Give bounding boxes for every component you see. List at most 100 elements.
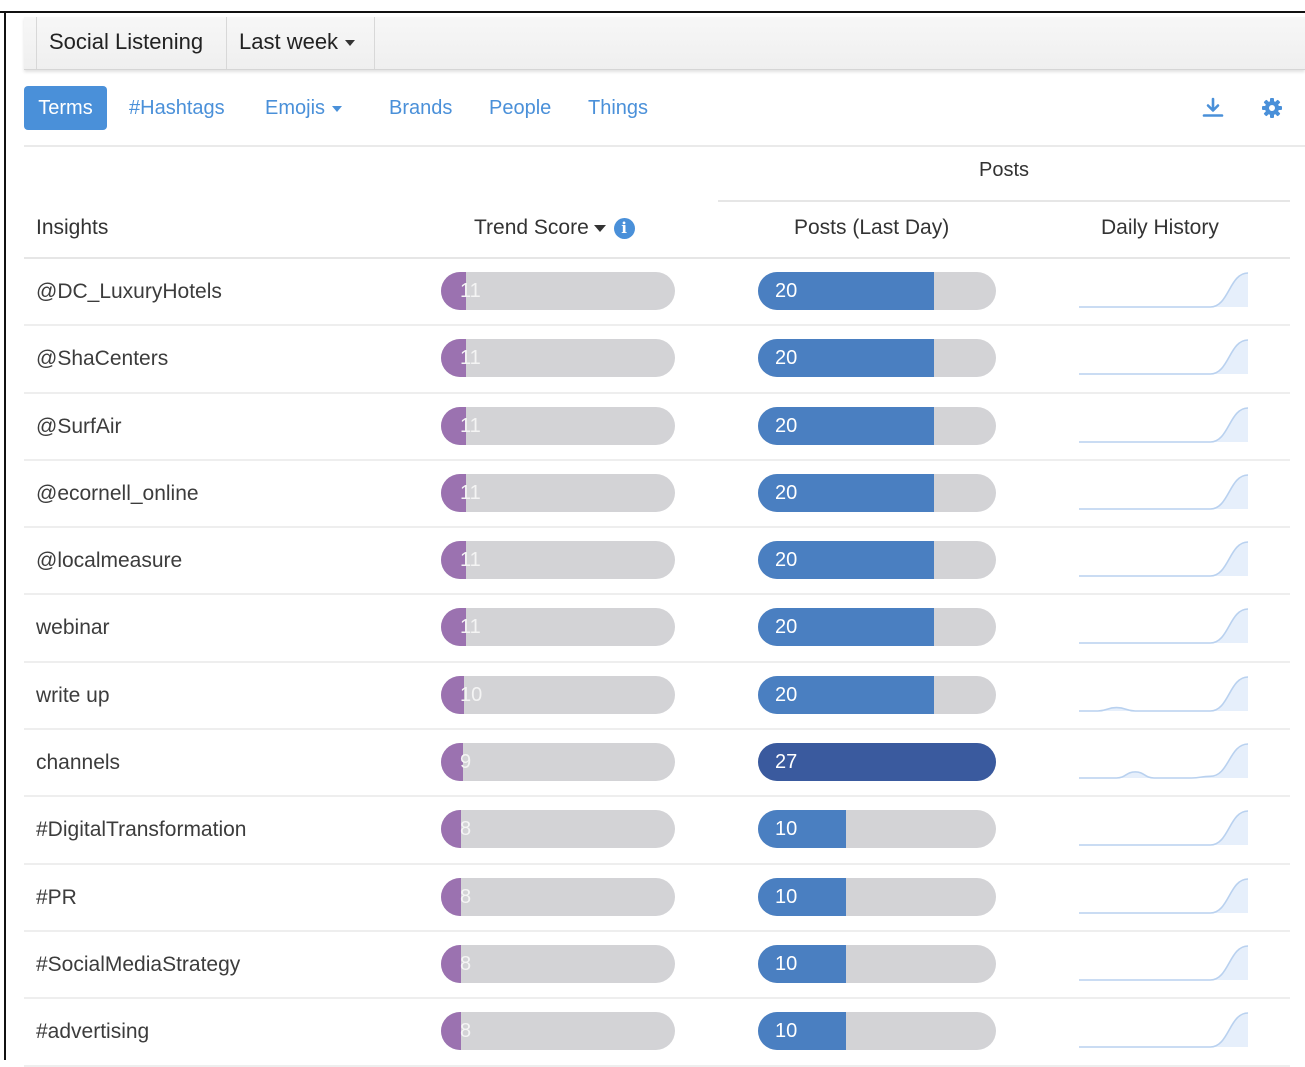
table-row: @ShaCenters 11 20 bbox=[24, 326, 1290, 394]
daily-history-sparkline bbox=[1079, 810, 1249, 847]
top-bar: Social Listening Last week bbox=[24, 17, 1305, 70]
posts-bar: 20 bbox=[758, 608, 996, 647]
caret-down-icon bbox=[345, 40, 356, 47]
insight-term[interactable]: channels bbox=[36, 730, 120, 795]
posts-bar: 20 bbox=[758, 406, 996, 445]
table-row: @SurfAir 11 20 bbox=[24, 394, 1290, 461]
daily-history-column-header: Daily History bbox=[1101, 216, 1219, 239]
daily-history-sparkline bbox=[1079, 339, 1249, 376]
posts-group-header: Posts bbox=[978, 159, 1030, 181]
table-row: @localmeasure 11 20 bbox=[24, 528, 1290, 596]
sparkline-area bbox=[1079, 273, 1248, 307]
posts-fill bbox=[758, 944, 847, 983]
sparkline-area bbox=[1079, 407, 1248, 442]
table-row: @ecornell_online 11 20 bbox=[24, 461, 1290, 529]
trend-score-value: 11 bbox=[460, 347, 481, 370]
posts-fill bbox=[758, 1012, 847, 1051]
trend-score-bar: 8 bbox=[441, 1012, 675, 1051]
trend-score-bar: 11 bbox=[441, 406, 675, 445]
tab-terms[interactable]: Terms bbox=[24, 86, 107, 130]
daily-history-sparkline bbox=[1079, 474, 1249, 510]
caret-down-icon bbox=[332, 105, 343, 112]
posts-fill bbox=[758, 810, 847, 849]
gear-icon[interactable] bbox=[1260, 96, 1284, 120]
daily-history-sparkline bbox=[1079, 945, 1249, 981]
posts-bar: 20 bbox=[758, 675, 996, 714]
posts-value: 10 bbox=[775, 818, 798, 841]
trend-score-value: 8 bbox=[460, 1020, 472, 1043]
table-row: #PR 8 10 bbox=[24, 865, 1290, 932]
daily-history-sparkline bbox=[1079, 1012, 1249, 1049]
posts-value: 20 bbox=[775, 280, 798, 302]
daily-history-sparkline bbox=[1079, 743, 1249, 779]
posts-last-day-column-header: Posts (Last Day) bbox=[794, 216, 950, 239]
trend-score-fill bbox=[441, 877, 461, 916]
insight-term[interactable]: @ecornell_online bbox=[36, 461, 199, 526]
period-dropdown[interactable]: Last week bbox=[227, 17, 375, 69]
insight-term[interactable]: @localmeasure bbox=[36, 528, 182, 593]
trend-score-fill bbox=[441, 1012, 461, 1051]
trend-score-column-header[interactable]: Trend Score i bbox=[474, 216, 635, 240]
trend-score-value: 9 bbox=[460, 751, 472, 774]
info-icon[interactable]: i bbox=[613, 217, 635, 239]
trend-score-value: 11 bbox=[460, 616, 481, 639]
trend-score-value: 11 bbox=[460, 549, 481, 572]
trend-score-bar: 11 bbox=[441, 339, 675, 378]
table-row: @DC_LuxuryHotels 11 20 bbox=[24, 259, 1290, 327]
sort-desc-icon[interactable] bbox=[593, 224, 606, 232]
trend-score-value: 11 bbox=[460, 414, 481, 437]
table-row: #SocialMediaStrategy 8 10 bbox=[24, 932, 1290, 1000]
tab-brands[interactable]: Brands bbox=[389, 86, 452, 130]
trend-score-fill bbox=[441, 944, 461, 983]
posts-bar: 10 bbox=[758, 1012, 996, 1051]
posts-bar: 10 bbox=[758, 810, 996, 849]
category-tabs: Terms #Hashtags Emojis Brands People Thi… bbox=[24, 83, 1305, 147]
posts-value: 10 bbox=[775, 885, 798, 908]
trend-score-bar: 11 bbox=[441, 473, 675, 512]
download-icon[interactable] bbox=[1201, 96, 1225, 120]
insight-term[interactable]: #advertising bbox=[36, 999, 149, 1064]
insight-term[interactable]: webinar bbox=[36, 595, 110, 660]
posts-group-divider bbox=[718, 200, 1290, 202]
sparkline-area bbox=[1079, 609, 1248, 644]
insight-term[interactable]: #DigitalTransformation bbox=[36, 797, 246, 862]
insights-column-header: Insights bbox=[36, 216, 109, 239]
sparkline-area bbox=[1079, 340, 1248, 375]
trend-score-value: 11 bbox=[460, 481, 481, 504]
posts-bar: 20 bbox=[758, 272, 996, 310]
tab-things[interactable]: Things bbox=[588, 86, 648, 130]
tab-hashtags[interactable]: #Hashtags bbox=[129, 86, 225, 130]
app-title-button[interactable]: Social Listening bbox=[36, 17, 227, 69]
trend-score-bar: 11 bbox=[441, 272, 675, 310]
table-row: #DigitalTransformation 8 10 bbox=[24, 797, 1290, 865]
posts-bar: 20 bbox=[758, 339, 996, 378]
trend-score-value: 8 bbox=[460, 818, 472, 841]
tab-emojis-label: Emojis bbox=[265, 97, 326, 119]
posts-value: 10 bbox=[775, 952, 798, 975]
tab-emojis[interactable]: Emojis bbox=[265, 86, 343, 130]
trend-score-bar: 10 bbox=[441, 675, 675, 714]
insight-term[interactable]: #SocialMediaStrategy bbox=[36, 932, 240, 997]
insight-term[interactable]: @SurfAir bbox=[36, 394, 122, 459]
posts-value: 10 bbox=[775, 1020, 798, 1043]
daily-history-sparkline bbox=[1079, 406, 1249, 443]
sparkline-area bbox=[1079, 474, 1248, 509]
posts-value: 20 bbox=[775, 347, 798, 370]
trend-score-value: 8 bbox=[460, 885, 472, 908]
posts-value: 20 bbox=[775, 683, 798, 706]
sparkline-area bbox=[1079, 1013, 1248, 1048]
tab-people[interactable]: People bbox=[489, 86, 551, 130]
trend-score-value: 10 bbox=[460, 683, 483, 706]
insight-term[interactable]: @ShaCenters bbox=[36, 326, 168, 391]
posts-value: 20 bbox=[775, 481, 798, 504]
insight-term[interactable]: #PR bbox=[36, 865, 77, 930]
insight-term[interactable]: write up bbox=[36, 663, 110, 728]
posts-fill bbox=[758, 877, 847, 916]
social-listening-app: Social Listening Last week Terms #Hashta… bbox=[24, 13, 1305, 1067]
trend-score-bar: 8 bbox=[441, 944, 675, 983]
insight-term[interactable]: @DC_LuxuryHotels bbox=[36, 259, 222, 324]
daily-history-sparkline bbox=[1079, 272, 1249, 308]
daily-history-sparkline bbox=[1079, 541, 1249, 577]
posts-bar: 10 bbox=[758, 944, 996, 983]
insights-table: @DC_LuxuryHotels 11 20 @ShaCenters 11 20… bbox=[24, 259, 1290, 1067]
